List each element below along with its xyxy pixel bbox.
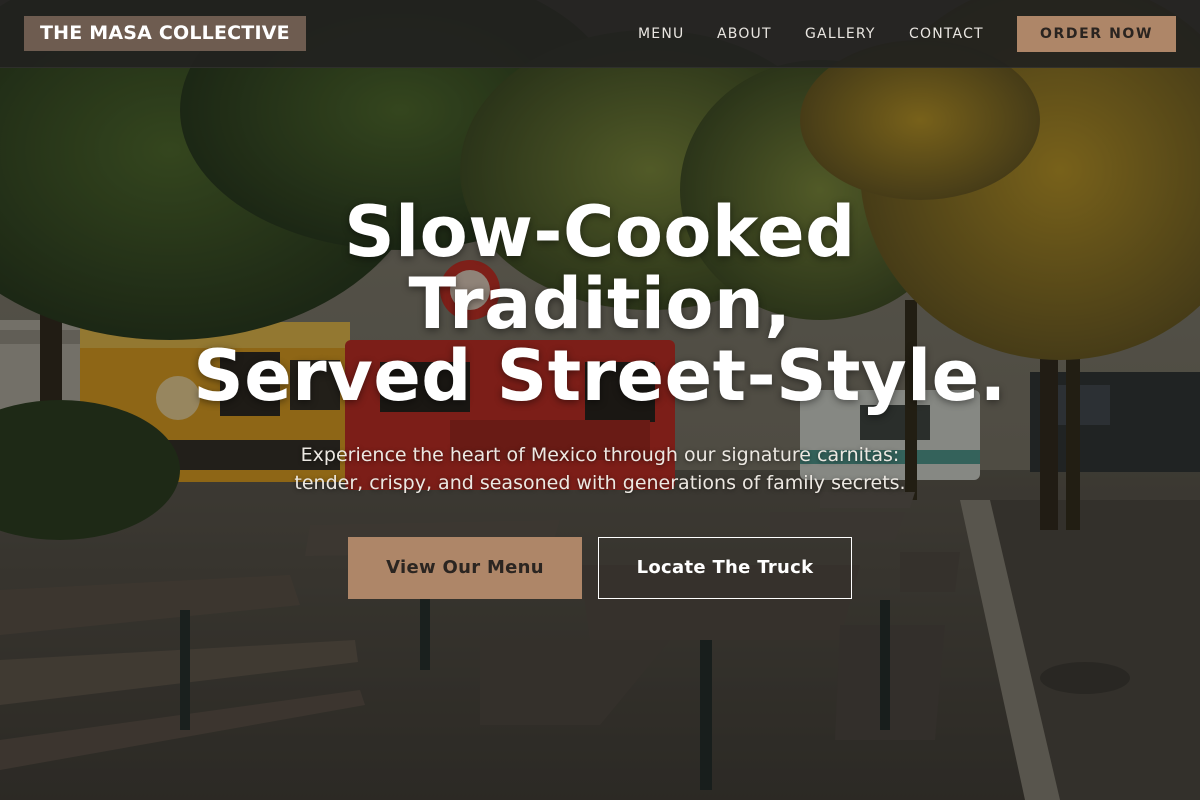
view-menu-button[interactable]: View Our Menu — [348, 537, 582, 599]
nav-link-gallery[interactable]: GALLERY — [805, 0, 876, 68]
nav-link-contact[interactable]: CONTACT — [909, 0, 984, 68]
hero-subtitle-line: tender, crispy, and seasoned with genera… — [294, 472, 906, 494]
hero-title-line: Slow-Cooked — [344, 191, 856, 273]
site-header: THE MASA COLLECTIVE MENU ABOUT GALLERY C… — [0, 0, 1200, 68]
hero-title-line: Served Street-Style. — [193, 335, 1007, 417]
hero-title-line: Tradition, — [408, 263, 792, 345]
hero-title: Slow-Cooked Tradition, Served Street-Sty… — [100, 196, 1100, 412]
nav-link-menu[interactable]: MENU — [638, 0, 684, 68]
order-now-button[interactable]: ORDER NOW — [1017, 16, 1176, 52]
locate-truck-button[interactable]: Locate The Truck — [598, 537, 852, 599]
nav-link-about[interactable]: ABOUT — [717, 0, 772, 68]
landing-page: THE MASA COLLECTIVE MENU ABOUT GALLERY C… — [0, 0, 1200, 800]
hero-subtitle-line: Experience the heart of Mexico through o… — [300, 444, 900, 466]
brand-logo[interactable]: THE MASA COLLECTIVE — [24, 16, 306, 51]
hero-subtitle: Experience the heart of Mexico through o… — [200, 441, 1000, 497]
